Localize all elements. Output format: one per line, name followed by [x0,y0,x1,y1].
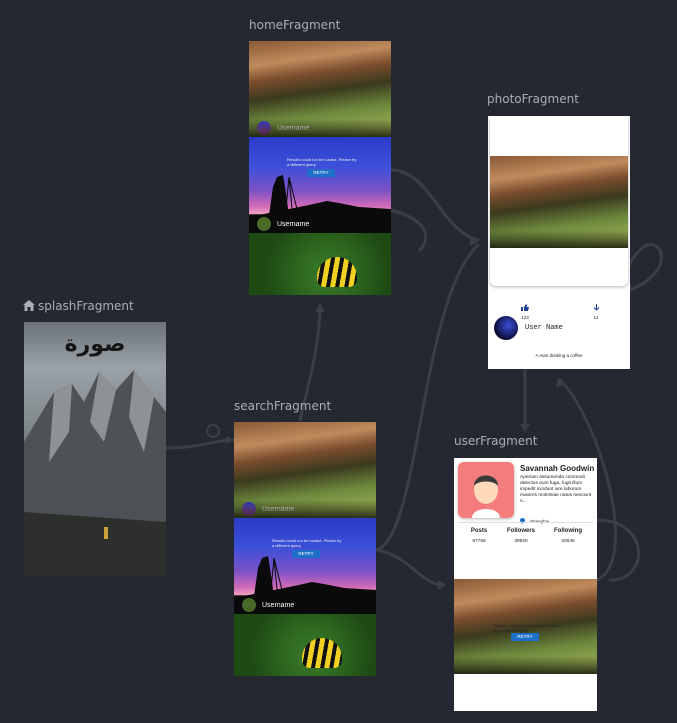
stat-value: 39920 [514,539,528,544]
stat-label: Following [554,528,582,534]
photo-image [490,156,628,248]
user-fragment-screen[interactable]: Savannah Goodwin Aperiam assumenda commo… [454,458,597,711]
arrowhead-user-from-photo [520,424,530,432]
photo-tile[interactable]: Results could not be loaded. Please try … [249,137,391,233]
stat-value: 97758 [472,539,486,544]
mountain-image [24,370,166,576]
edge-splash-to-search[interactable] [164,438,236,450]
caterpillar-image [317,257,357,287]
splash-fragment-screen[interactable]: صورة [24,322,166,576]
app-logo-text: صورة [64,332,126,357]
retry-button[interactable]: RETRY [511,633,539,641]
home-fragment-label: homeFragment [249,18,341,32]
action-arrow-icon[interactable] [206,424,220,438]
avatar [242,502,256,516]
edge-user-loop[interactable] [595,518,641,582]
error-message: Results could not be loaded. Please try … [494,623,558,633]
caterpillar-image [302,638,342,668]
splash-fragment-label-text: splashFragment [38,299,134,313]
photo-tile[interactable]: Username [234,422,376,518]
user-name[interactable]: User Name [525,324,563,332]
stat-followers[interactable]: Followers 39920 [500,528,542,544]
home-fragment-screen[interactable]: Username Results could not be loaded. Pl… [249,41,391,295]
stat-label: Posts [470,528,488,534]
username-label: Username [277,125,310,132]
arrowhead-user [438,580,446,590]
error-message: Results could not be loaded. Please try … [272,538,342,548]
error-message: Results could not be loaded. Please try … [287,157,357,167]
divider [458,522,593,523]
thumb-up-icon [521,304,529,311]
user-fragment-label: userFragment [454,434,538,448]
downloads-count: 12 [593,315,599,320]
retry-button[interactable]: RETRY [307,169,335,177]
arrowhead-search [226,436,234,444]
photo-tile[interactable]: Username [249,41,391,137]
retry-button[interactable]: RETRY [292,550,320,558]
arrow-down-icon [593,304,599,311]
photo-description: A man drinking a coffee [535,353,583,358]
username-label: Username [262,602,295,609]
splash-fragment-label: splashFragment [23,299,134,313]
edge-home-loop[interactable] [389,208,428,252]
username-label: Username [262,506,295,513]
search-fragment-label: searchFragment [234,399,332,413]
likes-count: 123 [521,315,529,320]
download-button[interactable]: 12 [590,296,602,320]
profile-picture-card[interactable] [458,462,514,518]
like-button[interactable]: 123 [519,296,531,320]
profile-avatar [458,462,514,518]
stat-value: 20045 [561,539,575,544]
edge-photo-loop[interactable] [626,243,663,292]
photo-tile[interactable] [234,614,376,676]
avatar [242,598,256,612]
avatar [257,217,271,231]
photographer-silhouette [249,175,391,233]
photographer-silhouette [234,556,376,614]
search-fragment-screen[interactable]: Username Results could not be loaded. Pl… [234,422,376,676]
photo-tile[interactable]: Results could not be loaded. Please try … [234,518,376,614]
user-avatar[interactable] [494,316,518,340]
user-display-name: Savannah Goodwin [520,464,595,473]
location-row: Shanghai [520,508,549,527]
stat-posts[interactable]: Posts 97758 [458,528,500,544]
location-pin-icon [520,518,525,524]
stat-label: Followers [506,528,535,534]
photo-fragment-screen[interactable]: 123 12 User Name A man drinking a coffee [488,116,630,369]
stat-following[interactable]: Following 20045 [546,528,590,544]
photo-fragment-label: photoFragment [487,92,579,106]
user-photo-tile[interactable]: Results could not be loaded. Please try … [454,579,597,674]
username-label: Username [277,221,310,228]
user-bio: Aperiam assumenda commodi delectus eum f… [520,475,592,504]
arrowhead-home [315,303,325,312]
edge-search-to-user[interactable] [374,548,446,587]
avatar [257,121,271,135]
edge-home-to-photo[interactable] [389,168,480,242]
photo-tile[interactable] [249,233,391,295]
photo-card[interactable] [490,116,628,286]
home-icon [23,300,35,311]
